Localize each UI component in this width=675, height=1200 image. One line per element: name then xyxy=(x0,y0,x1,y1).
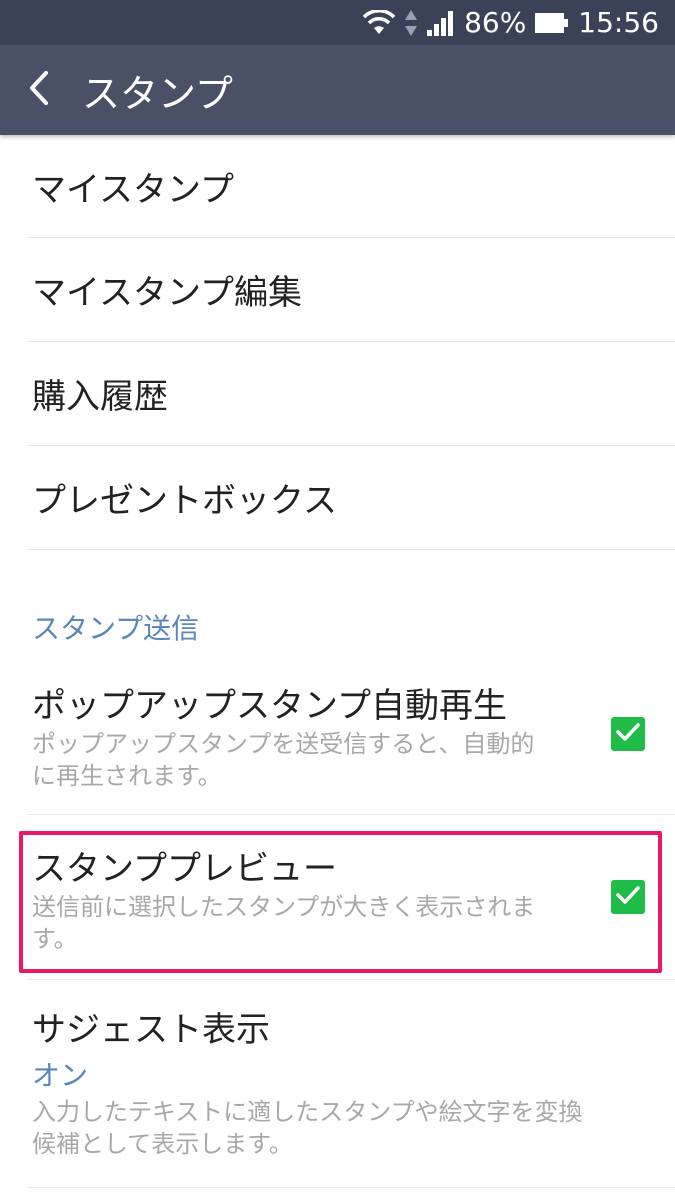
menu-item-label: マイスタンプ xyxy=(32,169,234,210)
setting-popup-autoplay[interactable]: ポップアップスタンプ自動再生 ポップアップスタンプを送受信すると、自動的 に再生… xyxy=(28,660,675,815)
setting-description-line: 入力したテキストに適したスタンプや絵文字を変換 xyxy=(32,1098,583,1126)
data-arrows-icon xyxy=(404,9,418,37)
back-button[interactable] xyxy=(0,45,78,135)
menu-item-label: プレゼントボックス xyxy=(32,481,337,521)
setting-suggest-display[interactable]: サジェスト表示 オン 入力したテキストに適したスタンプや絵文字を変換 候補として… xyxy=(28,980,675,1188)
menu-item-label: 購入履歴 xyxy=(32,377,168,417)
clock: 15:56 xyxy=(578,6,659,39)
popup-autoplay-checkbox[interactable] xyxy=(611,717,645,751)
wifi-icon xyxy=(362,9,396,36)
setting-description-line: に再生されます。 xyxy=(32,762,222,790)
page-title: スタンプ xyxy=(82,71,233,116)
menu-item-present-box[interactable]: プレゼントボックス xyxy=(28,446,675,550)
setting-description: ポップアップスタンプを送受信すると、自動的 に再生されます。 xyxy=(32,728,592,792)
setting-description-line: 候補として表示します。 xyxy=(32,1130,293,1158)
menu-item-edit-my-stickers[interactable]: マイスタンプ編集 xyxy=(28,238,675,342)
signal-icon xyxy=(426,10,456,36)
chevron-left-icon xyxy=(27,70,51,110)
status-bar: 86% 15:56 xyxy=(0,0,675,45)
setting-value: オン xyxy=(32,1059,89,1092)
setting-description-line: ポップアップスタンプを送受信すると、自動的 xyxy=(32,730,535,758)
battery-percent: 86% xyxy=(464,6,527,39)
menu-item-purchase-history[interactable]: 購入履歴 xyxy=(28,342,675,446)
setting-title: サジェスト表示 xyxy=(32,1010,270,1050)
checkmark-icon xyxy=(615,721,641,747)
menu-item-label: マイスタンプ編集 xyxy=(32,273,302,313)
highlight-box xyxy=(19,831,662,973)
menu-item-my-stickers[interactable]: マイスタンプ xyxy=(28,135,675,238)
battery-icon xyxy=(534,11,570,35)
section-header: スタンプ送信 xyxy=(32,612,200,645)
app-bar: スタンプ xyxy=(0,45,675,135)
setting-title: ポップアップスタンプ自動再生 xyxy=(32,686,507,726)
setting-description: 入力したテキストに適したスタンプや絵文字を変換 候補として表示します。 xyxy=(32,1096,652,1160)
